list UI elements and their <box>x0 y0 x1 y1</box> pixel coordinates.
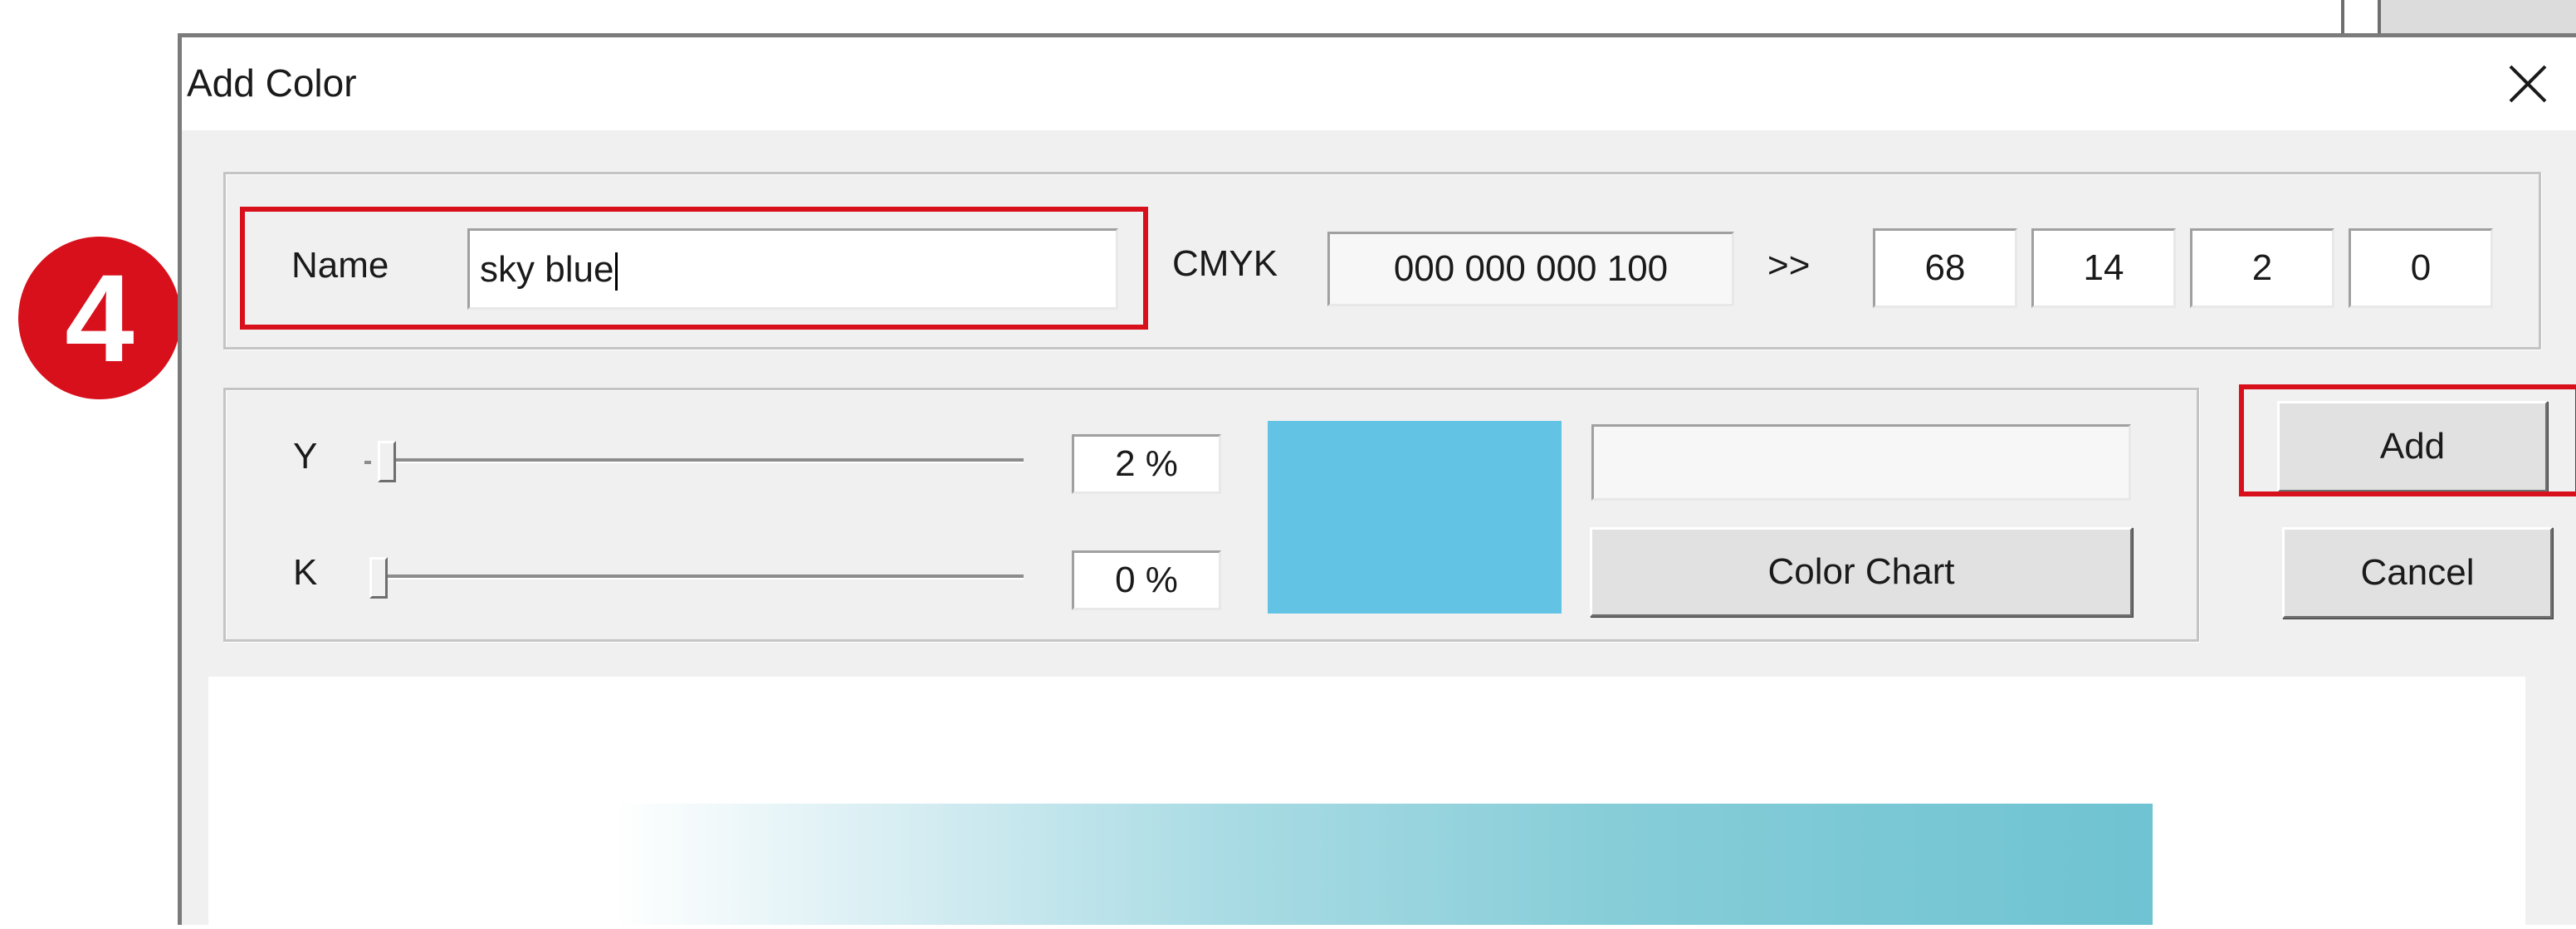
k-slider-thumb[interactable] <box>369 557 388 599</box>
cancel-button[interactable]: Cancel <box>2282 527 2553 619</box>
step-badge: 4 <box>18 237 181 399</box>
add-highlight-box <box>2239 384 2576 496</box>
magenta-input[interactable]: 14 <box>2031 228 2176 308</box>
color-gradient-preview <box>614 804 2153 925</box>
cyan-input[interactable]: 68 <box>1873 228 2017 308</box>
y-slider-label: Y <box>293 436 318 477</box>
yellow-input[interactable]: 2 <box>2190 228 2334 308</box>
name-highlight-box <box>240 207 1148 330</box>
cmyk-readout: 000 000 000 100 <box>1327 232 1734 306</box>
cmyk-label: CMYK <box>1172 243 1278 284</box>
k-slider-label: K <box>293 552 318 593</box>
y-slider-track[interactable] <box>378 458 1024 463</box>
y-slider-tick <box>364 461 371 464</box>
add-color-dialog: Add Color Name sky blue CMYK 000 000 000… <box>178 33 2576 929</box>
dialog-titlebar: Add Color <box>182 37 2576 130</box>
dialog-title: Add Color <box>187 61 357 105</box>
color-chart-button[interactable]: Color Chart <box>1590 527 2133 617</box>
k-value-field: 0 % <box>1072 550 1221 610</box>
color-name-display <box>1591 424 2131 501</box>
y-slider-thumb[interactable] <box>378 441 396 482</box>
close-button[interactable] <box>2496 52 2559 115</box>
color-swatch <box>1268 421 1562 614</box>
close-icon <box>2509 65 2547 103</box>
y-value-field: 2 % <box>1072 434 1221 494</box>
black-input[interactable]: 0 <box>2349 228 2493 308</box>
k-slider-track[interactable] <box>378 575 1024 579</box>
arrow-button-label[interactable]: >> <box>1767 245 1810 286</box>
